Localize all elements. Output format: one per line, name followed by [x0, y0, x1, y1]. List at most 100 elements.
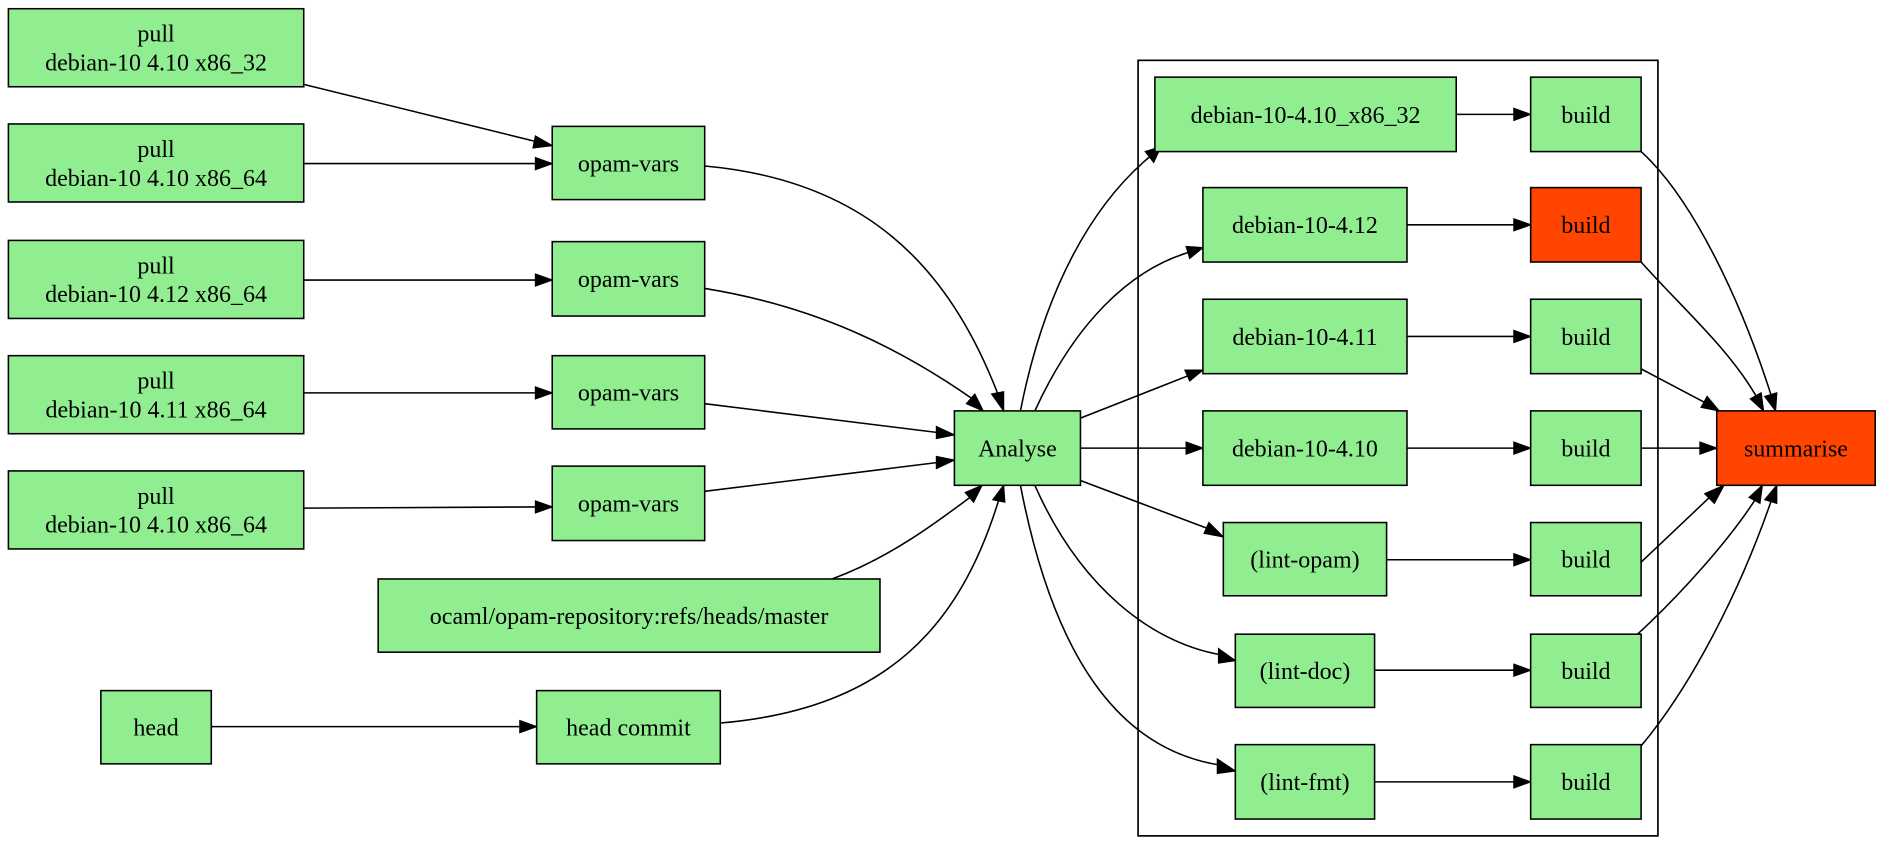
node-label: debian-10 4.10 x86_64 [45, 513, 267, 539]
node-vars4[interactable]: opam-vars [551, 465, 706, 542]
edge-v411-to-b3 [1406, 329, 1533, 344]
node-lintdoc[interactable]: (lint-doc) [1234, 633, 1376, 709]
arrowhead-icon [1703, 484, 1726, 505]
node-pull5[interactable]: pull debian-10 4.10 x86_64 [7, 470, 305, 550]
arrowhead-icon [1513, 107, 1533, 122]
node-label: debian-10-4.11 [1232, 325, 1377, 351]
pipeline-graph: pulldebian-10 4.10 x86_32pulldebian-10 4… [7, 7, 1876, 837]
edge-line [1640, 496, 1711, 563]
node-label: pull [137, 484, 175, 510]
node-label: pull [137, 22, 175, 48]
arrowhead-icon [1699, 441, 1719, 455]
node-b2[interactable]: build [1529, 186, 1642, 263]
edge-line [704, 287, 973, 400]
node-label: build [1561, 325, 1610, 351]
edge-vars2-to-analyse [704, 287, 985, 413]
node-lintopam[interactable]: (lint-opam) [1222, 521, 1388, 597]
node-b3[interactable]: build [1529, 298, 1642, 375]
node-head[interactable]: head [100, 689, 213, 765]
edge-analyse-to-v410 [1080, 441, 1205, 455]
edge-b7-to-summarise [1640, 483, 1778, 747]
edge-b4-to-summarise [1641, 441, 1719, 455]
arrowhead-icon [1763, 392, 1778, 413]
node-v410[interactable]: debian-10-4.10 [1202, 410, 1408, 487]
node-label: build [1561, 437, 1610, 463]
node-pull4[interactable]: pulldebian-10 4.11 x86_64 [7, 354, 305, 435]
node-label: build [1561, 213, 1610, 239]
edge-line [1640, 151, 1772, 395]
node-b4[interactable]: build [1529, 410, 1642, 487]
node-label: (lint-fmt) [1260, 770, 1349, 796]
node-label: debian-10-4.10 [1232, 437, 1378, 463]
arrowhead-icon [1513, 217, 1533, 232]
node-v412[interactable]: debian-10-4.12 [1202, 186, 1408, 263]
edge-line [704, 461, 938, 493]
arrowhead-icon [1217, 647, 1237, 664]
node-pull3[interactable]: pull debian-10 4.12 x86_64 [7, 239, 305, 320]
node-headcommit[interactable]: head commit [535, 689, 722, 765]
edge-analyse-to-v412 [1034, 245, 1205, 412]
arrowhead-icon [534, 500, 555, 514]
node-label: pull [137, 369, 175, 395]
node-b1[interactable]: build [1529, 76, 1642, 153]
node-analyse[interactable]: Analyse [953, 410, 1082, 487]
edge-v410-to-b4 [1406, 441, 1533, 455]
node-label: summarise [1744, 437, 1848, 463]
node-b5[interactable]: build [1529, 521, 1642, 597]
edge-line [303, 506, 536, 509]
node-label: build [1561, 770, 1610, 796]
edge-analyse-to-v411 [1080, 369, 1205, 419]
edge-analyse-to-lintdoc [1034, 485, 1237, 664]
node-b6[interactable]: build [1529, 633, 1642, 709]
arrowhead-icon [990, 390, 1005, 413]
node-label: pull [137, 253, 175, 279]
arrowhead-icon [935, 455, 957, 470]
node-label: build [1561, 548, 1610, 574]
node-label: debian-10 4.11 x86_64 [46, 397, 267, 423]
arrowhead-icon [1185, 441, 1205, 455]
node-label: debian-10-4.12 [1232, 213, 1378, 239]
edge-line [1640, 368, 1706, 404]
node-lintfmt[interactable]: (lint-fmt) [1234, 743, 1376, 820]
node-summarise[interactable]: summarise [1715, 410, 1876, 487]
arrowhead-icon [1183, 369, 1205, 382]
node-label: debian-10-4.10_x86_32 [1191, 103, 1421, 129]
edge-b3-to-summarise [1640, 368, 1721, 412]
node-label: opam-vars [578, 381, 679, 407]
node-vars2[interactable]: opam-vars [551, 240, 706, 317]
arrowhead-icon [534, 156, 555, 171]
edge-v412-to-b2 [1406, 217, 1533, 232]
node-label: (lint-opam) [1250, 548, 1359, 574]
node-repo[interactable]: ocaml/opam-repository:refs/heads/master [377, 578, 881, 653]
edge-b2-to-summarise [1640, 261, 1765, 413]
node-pull1[interactable]: pull debian-10 4.10 x86_32 [7, 7, 305, 88]
arrowhead-icon [1513, 774, 1533, 789]
edge-line [1640, 501, 1772, 747]
arrowhead-icon [1185, 245, 1205, 260]
node-pull2[interactable]: pull debian-10 4.10 x86_64 [7, 123, 305, 203]
node-b7[interactable]: build [1529, 743, 1642, 820]
arrowhead-icon [532, 135, 555, 149]
node-v411[interactable]: debian-10-4.11 [1202, 298, 1408, 375]
edge-v32-to-b1 [1456, 107, 1533, 122]
edge-lintopam-to-b5 [1386, 552, 1533, 567]
edge-b6-to-summarise [1636, 483, 1764, 635]
edge-vars4-to-analyse [704, 455, 957, 493]
edge-line [303, 83, 539, 143]
arrowhead-icon [1513, 663, 1533, 678]
node-label: opam-vars [578, 267, 679, 293]
edge-analyse-to-v32 [1019, 145, 1163, 412]
node-vars3[interactable]: opam-vars [551, 354, 706, 430]
edge-analyse-to-lintfmt [1019, 485, 1237, 775]
edge-pull2-to-vars1 [303, 156, 555, 171]
node-label: debian-10 4.12 x86_64 [45, 282, 267, 308]
edge-vars1-to-analyse [704, 165, 1005, 413]
node-label: opam-vars [578, 151, 679, 177]
arrowhead-icon [991, 483, 1006, 503]
edge-vars3-to-analyse [704, 402, 957, 440]
node-label: debian-10 4.10 x86_32 [45, 51, 267, 77]
node-label: ocaml/opam-repository:refs/heads/master [430, 604, 829, 630]
node-v32[interactable]: debian-10-4.10_x86_32 [1154, 76, 1457, 153]
node-vars1[interactable]: opam-vars [551, 125, 706, 201]
edge-line [1034, 485, 1220, 656]
